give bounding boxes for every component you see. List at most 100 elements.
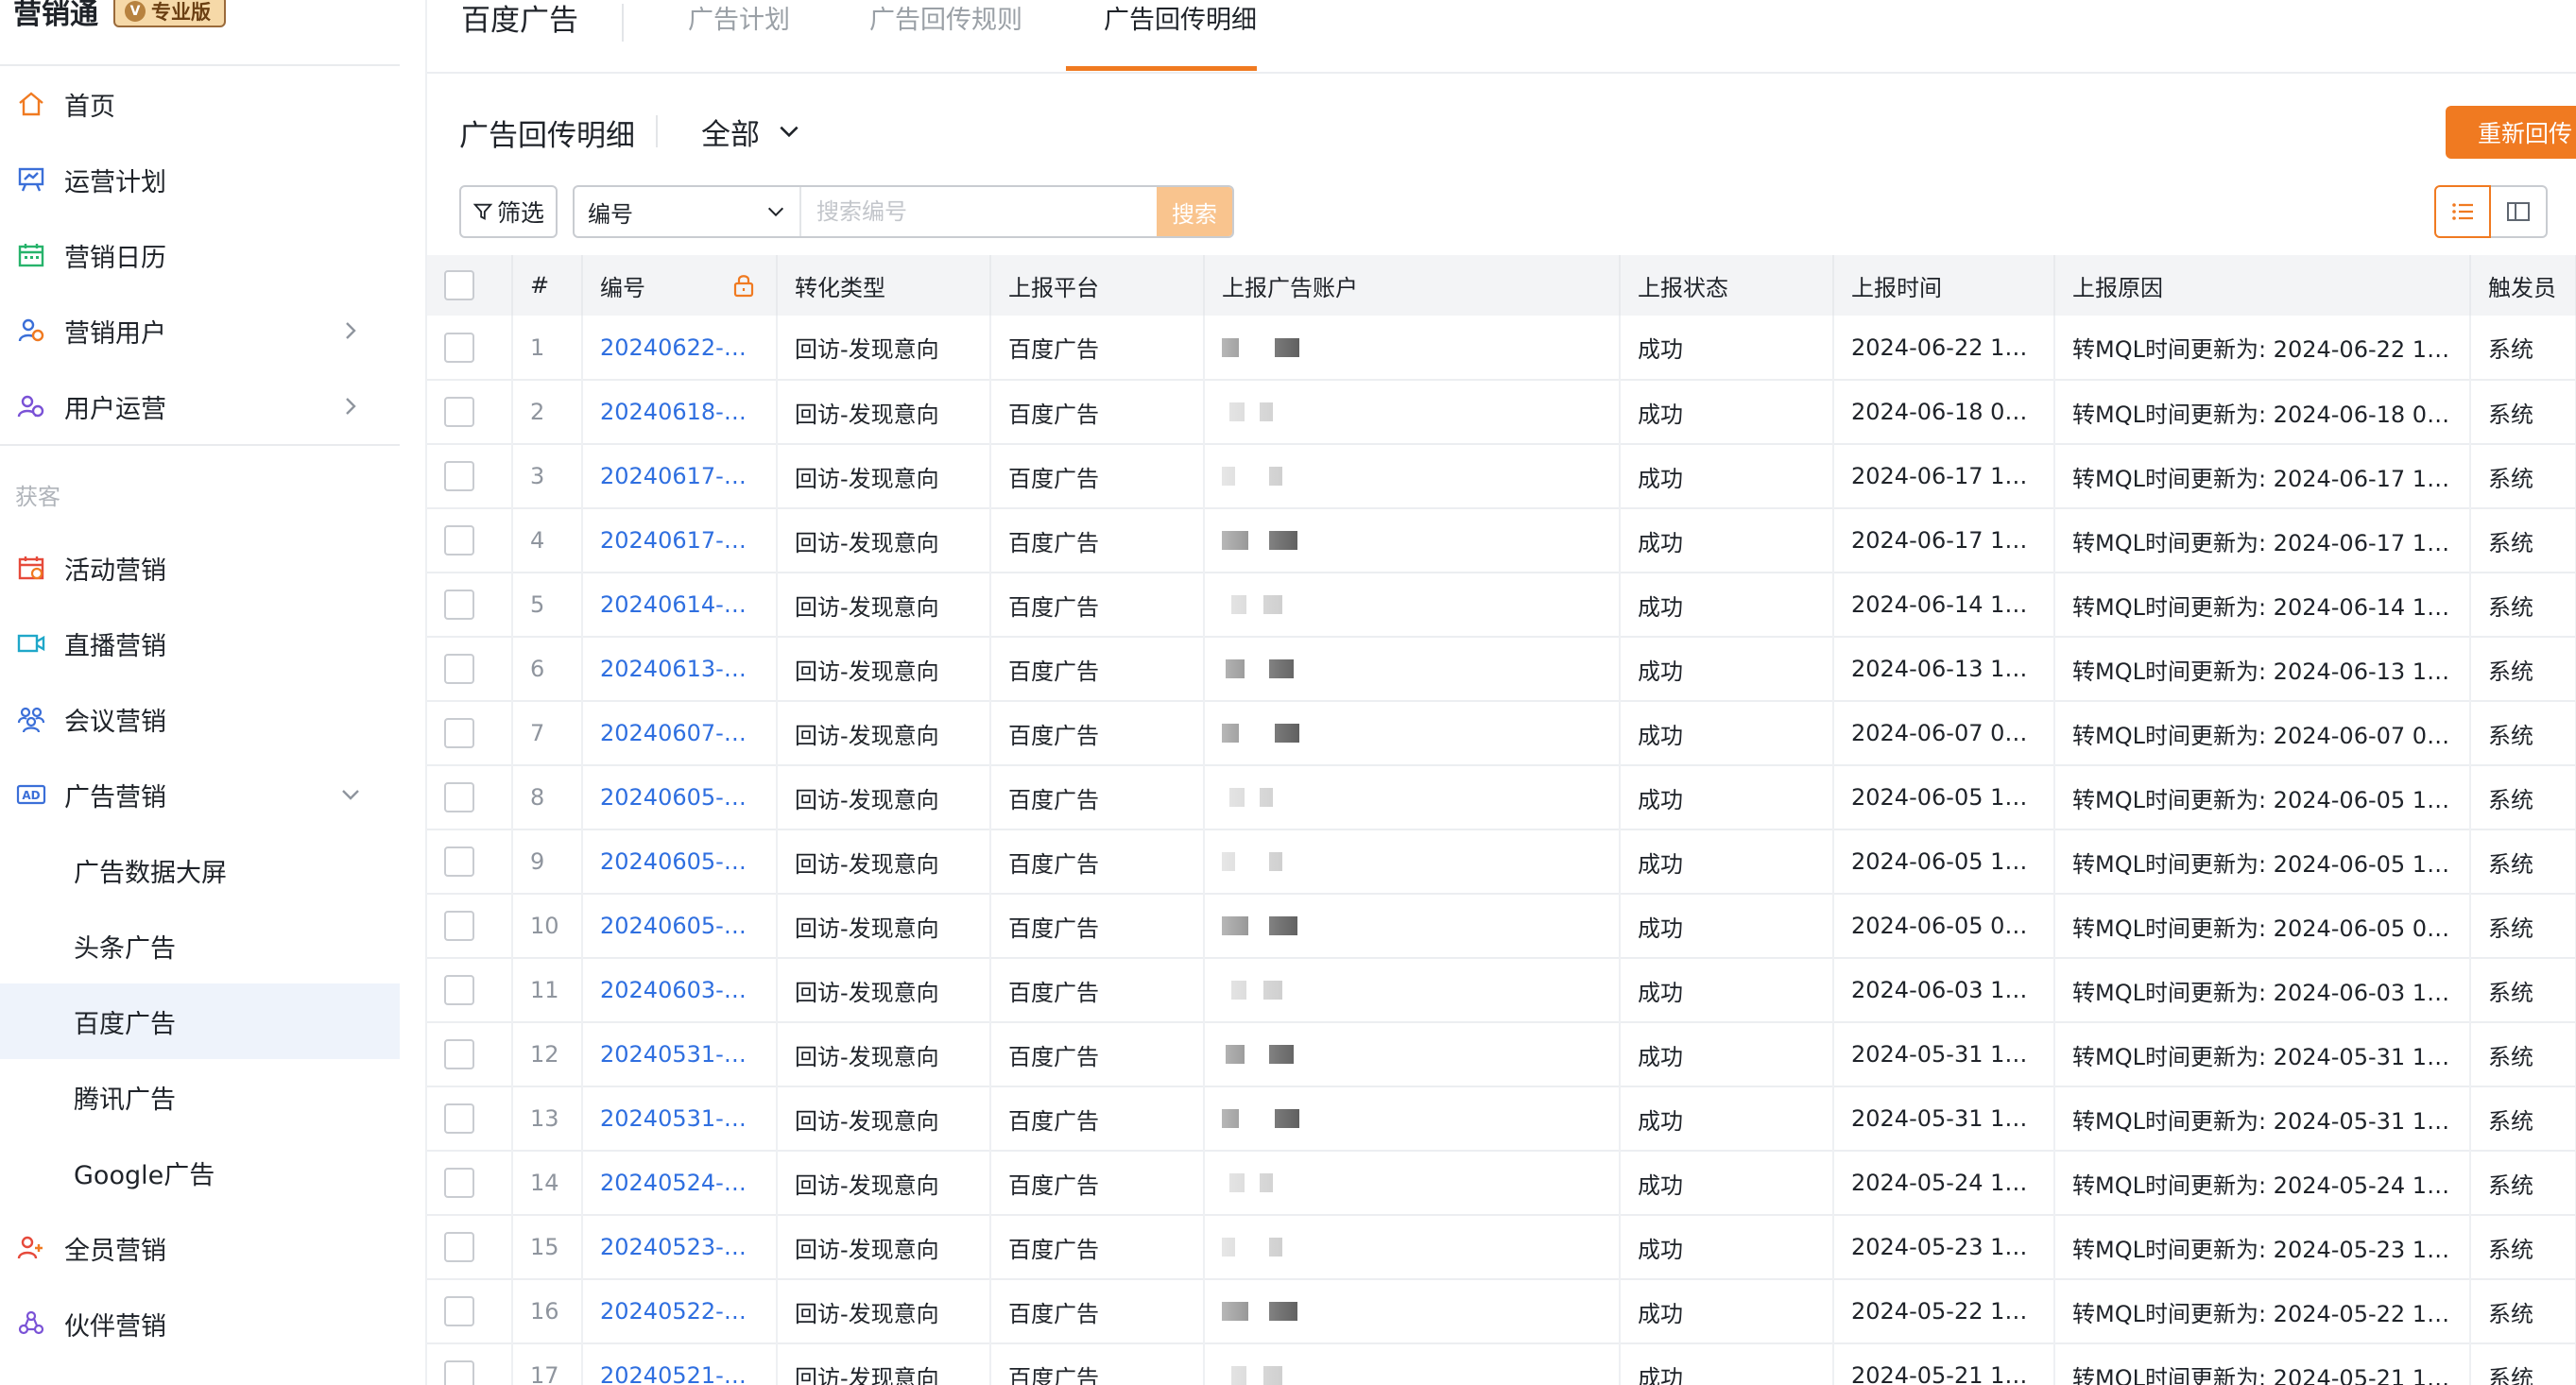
- sidebar-item-baidu-ads[interactable]: 百度广告: [0, 983, 400, 1059]
- sidebar-item-all-staff-marketing[interactable]: 全员营销: [0, 1210, 400, 1286]
- row-checkbox[interactable]: [444, 1103, 474, 1134]
- sidebar-item-google-ads[interactable]: Google广告: [0, 1135, 400, 1210]
- row-checkbox[interactable]: [444, 1168, 474, 1198]
- column-header-time: 上报时间: [1833, 255, 2055, 316]
- row-code-link[interactable]: 20240531-00...: [582, 1086, 778, 1151]
- row-platform: 百度广告: [990, 894, 1205, 958]
- row-code-link[interactable]: 20240523-00...: [582, 1215, 778, 1279]
- row-code-link[interactable]: 20240617-00...: [582, 444, 778, 508]
- sidebar-item-label: 伙伴营销: [64, 1311, 166, 1342]
- row-checkbox[interactable]: [444, 846, 474, 877]
- column-header-code[interactable]: 编号: [582, 255, 778, 316]
- table-row[interactable]: 1 20240622-00... 回访-发现意向 百度广告 成功 2024-06-22 1…: [427, 316, 2576, 380]
- row-code-link[interactable]: 20240622-00...: [582, 316, 778, 380]
- table-row[interactable]: 3 20240617-00... 回访-发现意向 百度广告 成功 2024-06-17 1…: [427, 444, 2576, 508]
- table-row[interactable]: 15 20240523-00... 回访-发现意向 百度广告 成功 2024-05-23 …: [427, 1215, 2576, 1279]
- row-code-link[interactable]: 20240617-00...: [582, 508, 778, 573]
- sidebar-item-label: 百度广告: [74, 1009, 176, 1039]
- sidebar-item-marketing-users[interactable]: 营销用户: [0, 293, 400, 368]
- row-checkbox[interactable]: [444, 1360, 474, 1385]
- filter-button[interactable]: 筛选: [459, 185, 558, 238]
- row-checkbox[interactable]: [444, 332, 474, 363]
- search-button[interactable]: 搜索: [1157, 187, 1232, 236]
- row-code-link[interactable]: 20240522-00...: [582, 1279, 778, 1343]
- table-row[interactable]: 13 20240531-00... 回访-发现意向 百度广告 成功 2024-05-31 …: [427, 1086, 2576, 1151]
- sidebar-item-event-marketing[interactable]: 活动营销: [0, 530, 400, 606]
- table-row[interactable]: 4 20240617-00... 回访-发现意向 百度广告 成功 2024-06-17 1…: [427, 508, 2576, 573]
- row-index: 8: [512, 765, 583, 829]
- row-code-link[interactable]: 20240605-00...: [582, 894, 778, 958]
- split-view-button[interactable]: [2491, 185, 2548, 238]
- sidebar-item-ops-plan[interactable]: 运营计划: [0, 142, 400, 217]
- row-status: 成功: [1620, 637, 1834, 701]
- sidebar-item-toutiao-ads[interactable]: 头条广告: [0, 908, 400, 983]
- sidebar-item-user-ops[interactable]: 用户运营: [0, 368, 400, 444]
- row-code-link[interactable]: 20240605-00...: [582, 765, 778, 829]
- row-checkbox[interactable]: [444, 1296, 474, 1326]
- sidebar-item-partner-marketing[interactable]: 伙伴营销: [0, 1286, 400, 1361]
- row-status: 成功: [1620, 508, 1834, 573]
- chevron-right-icon: [346, 398, 356, 415]
- tab-ad-callback-details[interactable]: 广告回传明细: [1104, 0, 1257, 42]
- row-select-cell: [427, 894, 513, 958]
- row-checkbox[interactable]: [444, 975, 474, 1005]
- row-code-link[interactable]: 20240521-00...: [582, 1343, 778, 1385]
- search-input[interactable]: [801, 187, 1157, 236]
- row-code-link[interactable]: 20240607-00...: [582, 701, 778, 765]
- search-field-dropdown[interactable]: 编号: [575, 187, 801, 236]
- sidebar-item-label: 活动营销: [64, 556, 166, 586]
- obscured-value: [1222, 716, 1602, 750]
- row-code-link[interactable]: 20240603-00...: [582, 958, 778, 1022]
- sidebar-item-meeting-marketing[interactable]: 会议营销: [0, 681, 400, 757]
- table-row[interactable]: 9 20240605-00... 回访-发现意向 百度广告 成功 2024-06-05 1…: [427, 829, 2576, 894]
- row-platform: 百度广告: [990, 1343, 1205, 1385]
- table-row[interactable]: 8 20240605-00... 回访-发现意向 百度广告 成功 2024-06-05 1…: [427, 765, 2576, 829]
- row-platform: 百度广告: [990, 1151, 1205, 1215]
- select-all-checkbox[interactable]: [444, 270, 474, 300]
- table-row[interactable]: 7 20240607-00... 回访-发现意向 百度广告 成功 2024-06-07 0…: [427, 701, 2576, 765]
- meeting-group-icon: [15, 703, 47, 735]
- sidebar-item-tencent-ads[interactable]: 腾讯广告: [0, 1059, 400, 1135]
- edition-badge: V 专业版: [113, 0, 226, 27]
- row-checkbox[interactable]: [444, 590, 474, 620]
- table-row[interactable]: 10 20240605-00... 回访-发现意向 百度广告 成功 2024-06-05 …: [427, 894, 2576, 958]
- row-checkbox[interactable]: [444, 461, 474, 491]
- row-code-link[interactable]: 20240605-00...: [582, 829, 778, 894]
- row-trigger: 系统: [2470, 829, 2576, 894]
- table-header-row: # 编号 转化类型 上报平台 上报广告账户 上报状态 上报时间 上报原因 触发员: [427, 255, 2576, 316]
- row-code-link[interactable]: 20240524-00...: [582, 1151, 778, 1215]
- row-checkbox[interactable]: [444, 654, 474, 684]
- row-checkbox[interactable]: [444, 1232, 474, 1262]
- row-checkbox[interactable]: [444, 525, 474, 556]
- sidebar-item-label: 营销日历: [64, 243, 166, 273]
- row-checkbox[interactable]: [444, 397, 474, 427]
- tab-ad-callback-rules[interactable]: 广告回传规则: [869, 0, 1022, 42]
- table-row[interactable]: 14 20240524-00... 回访-发现意向 百度广告 成功 2024-05-24 …: [427, 1151, 2576, 1215]
- list-view-button[interactable]: [2434, 185, 2491, 238]
- table-row[interactable]: 17 20240521-00... 回访-发现意向 百度广告 成功 2024-05-21 …: [427, 1343, 2576, 1385]
- table-row[interactable]: 11 20240603-00... 回访-发现意向 百度广告 成功 2024-06-03 …: [427, 958, 2576, 1022]
- tab-ad-plans[interactable]: 广告计划: [688, 0, 790, 42]
- row-code-link[interactable]: 20240613-00...: [582, 637, 778, 701]
- sidebar-item-home[interactable]: 首页: [0, 66, 400, 142]
- table-row[interactable]: 16 20240522-00... 回访-发现意向 百度广告 成功 2024-05-22 …: [427, 1279, 2576, 1343]
- sidebar-item-live-marketing[interactable]: 直播营销: [0, 606, 400, 681]
- table-row[interactable]: 2 20240618-00... 回访-发现意向 百度广告 成功 2024-06-18 0…: [427, 380, 2576, 444]
- sidebar-item-calendar[interactable]: 营销日历: [0, 217, 400, 293]
- row-code-link[interactable]: 20240531-00...: [582, 1022, 778, 1086]
- table-row[interactable]: 5 20240614-00... 回访-发现意向 百度广告 成功 2024-06-14 1…: [427, 573, 2576, 637]
- row-code-link[interactable]: 20240618-00...: [582, 380, 778, 444]
- table-row[interactable]: 6 20240613-00... 回访-发现意向 百度广告 成功 2024-06-13 1…: [427, 637, 2576, 701]
- sidebar-item-ad-marketing[interactable]: AD 广告营销: [0, 757, 400, 832]
- row-ad-account-obscured: [1204, 380, 1621, 444]
- row-checkbox[interactable]: [444, 782, 474, 812]
- table-row[interactable]: 12 20240531-00... 回访-发现意向 百度广告 成功 2024-05-31 …: [427, 1022, 2576, 1086]
- scope-dropdown[interactable]: 全部: [701, 110, 801, 153]
- row-checkbox[interactable]: [444, 911, 474, 941]
- row-checkbox[interactable]: [444, 718, 474, 748]
- sidebar-item-ad-dashboard[interactable]: 广告数据大屏: [0, 832, 400, 908]
- row-checkbox[interactable]: [444, 1039, 474, 1069]
- row-code-link[interactable]: 20240614-00...: [582, 573, 778, 637]
- row-report-reason: 转MQL时间更新为: 2024-05-21 14:...: [2054, 1343, 2471, 1385]
- resubmit-button[interactable]: 重新回传: [2446, 106, 2576, 159]
